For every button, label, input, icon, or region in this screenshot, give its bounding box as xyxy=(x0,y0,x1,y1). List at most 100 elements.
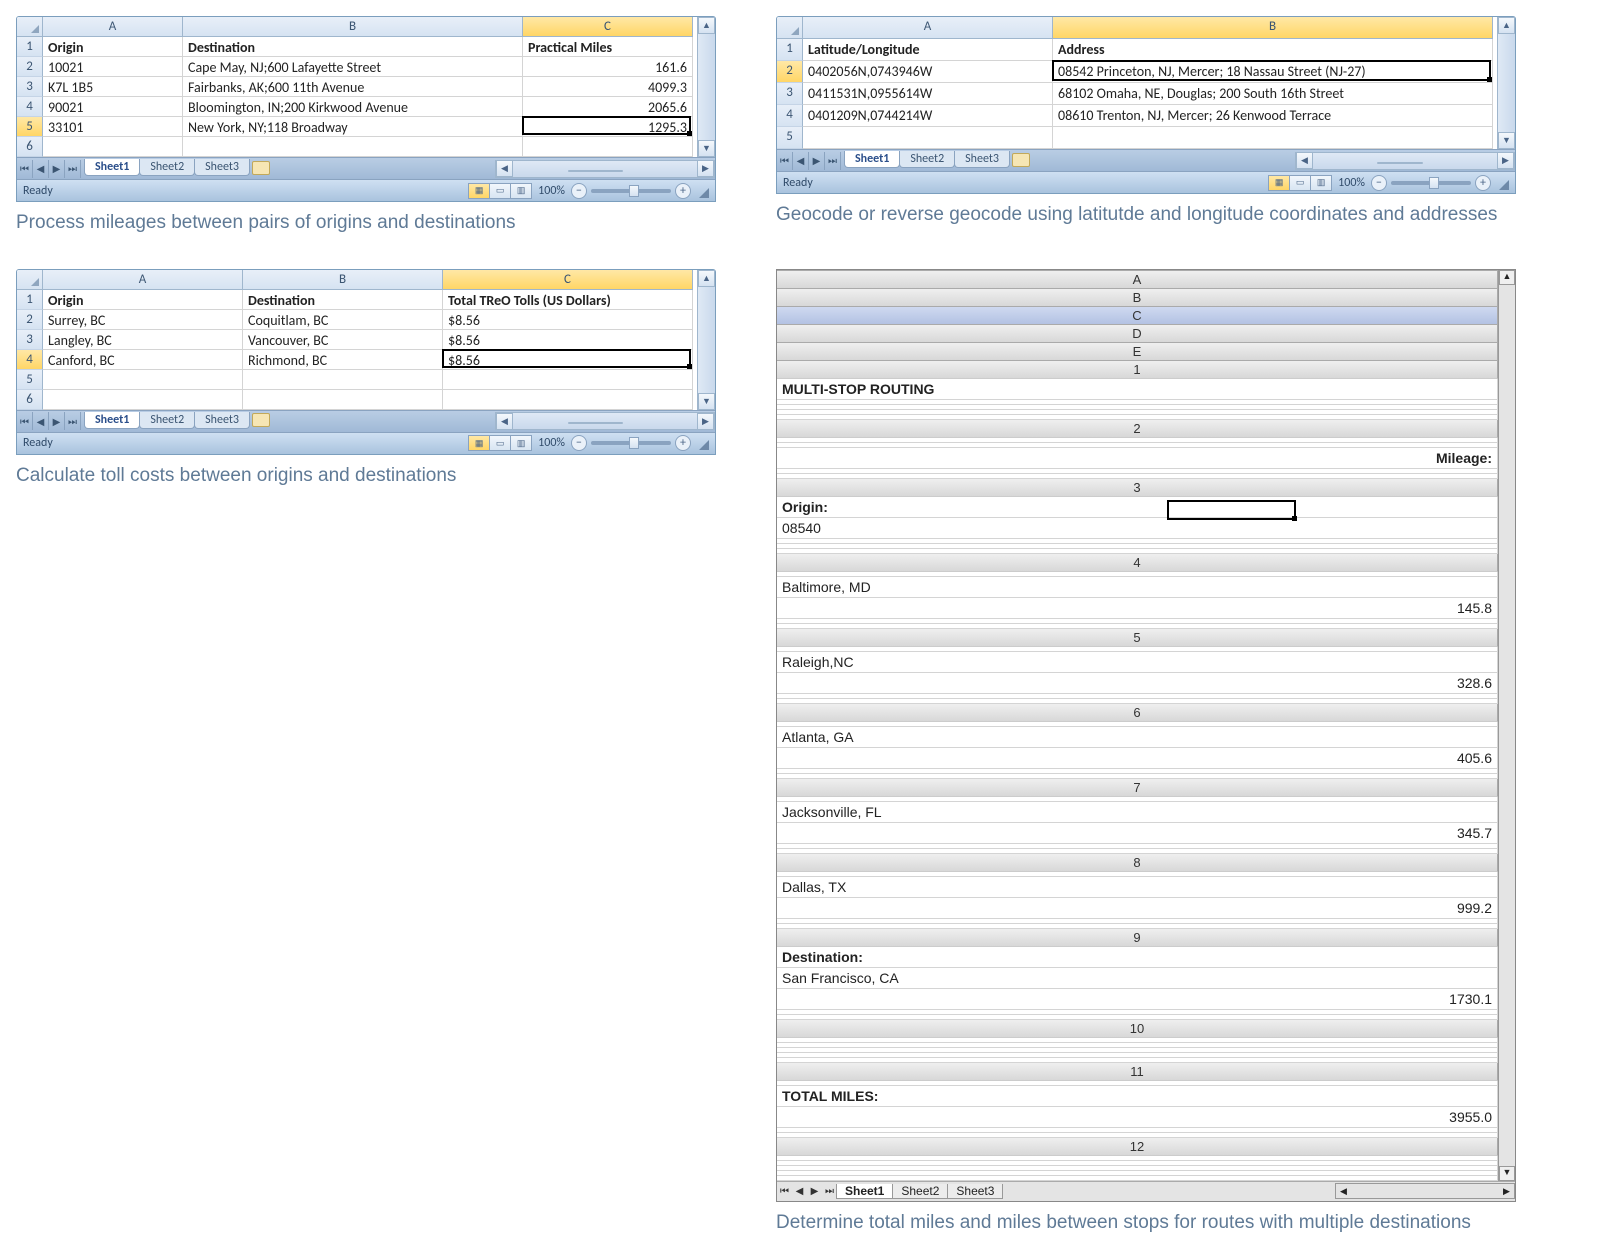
zoom-slider[interactable] xyxy=(591,189,671,193)
zoom-out-icon[interactable]: − xyxy=(1371,175,1387,191)
column-header[interactable]: E xyxy=(777,343,1498,361)
row-header[interactable]: 4 xyxy=(17,350,43,370)
row-header[interactable]: 3 xyxy=(17,330,43,350)
new-sheet-icon[interactable] xyxy=(252,161,270,175)
sheet-tab[interactable]: Sheet3 xyxy=(947,1184,1003,1199)
view-normal-icon[interactable]: ▦ xyxy=(1268,175,1290,191)
row-header[interactable]: 5 xyxy=(17,117,43,137)
sheet-tab[interactable]: Sheet1 xyxy=(84,412,140,429)
scroll-left-icon[interactable]: ◀ xyxy=(496,413,513,430)
vertical-scrollbar[interactable]: ▲ ▼ xyxy=(1497,17,1515,149)
cell[interactable]: Raleigh,NC xyxy=(777,652,1498,673)
row-header[interactable]: 1 xyxy=(777,39,803,61)
tab-nav-prev-icon[interactable]: ◀ xyxy=(793,152,809,170)
zoom-out-icon[interactable]: − xyxy=(571,435,587,451)
row-header[interactable]: 1 xyxy=(17,290,43,310)
cell[interactable] xyxy=(183,137,523,157)
cell[interactable]: 0411531N,0955614W xyxy=(803,83,1053,105)
column-header[interactable]: A xyxy=(803,17,1053,39)
row-header[interactable]: 5 xyxy=(777,127,803,149)
sheet-tab[interactable]: Sheet1 xyxy=(836,1184,893,1199)
row-header[interactable]: 6 xyxy=(17,390,43,410)
resize-grip-icon[interactable] xyxy=(695,436,709,450)
cell[interactable]: San Francisco, CA xyxy=(777,968,1498,989)
tab-nav-last-icon[interactable]: ⏭ xyxy=(822,1186,837,1197)
cell[interactable]: Canford, BC xyxy=(43,350,243,370)
column-header[interactable]: D xyxy=(777,325,1498,343)
view-page-break-icon[interactable]: ▥ xyxy=(1310,175,1332,191)
column-header[interactable]: B xyxy=(243,270,443,290)
column-header[interactable]: A xyxy=(777,271,1498,289)
tab-nav-first-icon[interactable]: ⏮ xyxy=(777,152,793,170)
tab-nav-next-icon[interactable]: ▶ xyxy=(807,1186,822,1197)
row-header[interactable]: 4 xyxy=(777,105,803,127)
sheet-tab[interactable]: Sheet2 xyxy=(899,151,955,168)
sheet-tab[interactable]: Sheet3 xyxy=(194,159,250,176)
zoom-in-icon[interactable]: + xyxy=(1475,175,1491,191)
cell[interactable]: Latitude/Longitude xyxy=(803,39,1053,61)
cell[interactable]: 3955.0 xyxy=(777,1107,1498,1128)
cell[interactable]: 08540 xyxy=(777,518,1498,539)
cell[interactable] xyxy=(443,370,693,390)
cell[interactable]: Mileage: xyxy=(777,448,1498,469)
row-header[interactable]: 6 xyxy=(777,704,1498,722)
scroll-up-icon[interactable]: ▲ xyxy=(1499,270,1515,285)
vertical-scrollbar[interactable]: ▲ ▼ xyxy=(1498,270,1515,1181)
worksheet-grid[interactable]: ABC1OriginDestinationTotal TReO Tolls (U… xyxy=(17,270,697,410)
sheet-tab[interactable]: Sheet2 xyxy=(139,159,195,176)
cell[interactable]: Jacksonville, FL xyxy=(777,802,1498,823)
resize-grip-icon[interactable] xyxy=(695,184,709,198)
row-header[interactable]: 11 xyxy=(777,1063,1498,1081)
scroll-up-icon[interactable]: ▲ xyxy=(1498,17,1515,34)
cell[interactable]: 0401209N,0744214W xyxy=(803,105,1053,127)
cell[interactable]: Total TReO Tolls (US Dollars) xyxy=(443,290,693,310)
column-header[interactable]: A xyxy=(43,270,243,290)
cell[interactable] xyxy=(523,137,693,157)
cell[interactable]: $8.56 xyxy=(443,330,693,350)
row-header[interactable]: 12 xyxy=(777,1138,1498,1156)
cell[interactable]: Address xyxy=(1053,39,1493,61)
row-header[interactable]: 5 xyxy=(777,629,1498,647)
cell[interactable]: 345.7 xyxy=(777,823,1498,844)
cell[interactable] xyxy=(43,137,183,157)
cell[interactable] xyxy=(243,390,443,410)
tab-nav-next-icon[interactable]: ▶ xyxy=(809,152,825,170)
view-page-layout-icon[interactable]: ▭ xyxy=(489,183,511,199)
cell[interactable] xyxy=(43,370,243,390)
column-header[interactable]: C xyxy=(777,307,1498,325)
view-page-break-icon[interactable]: ▥ xyxy=(510,183,532,199)
view-normal-icon[interactable]: ▦ xyxy=(468,435,490,451)
tab-nav-first-icon[interactable]: ⏮ xyxy=(17,160,33,178)
tab-nav-first-icon[interactable]: ⏮ xyxy=(777,1186,792,1197)
row-header[interactable]: 6 xyxy=(17,137,43,157)
cell[interactable] xyxy=(1053,127,1493,149)
cell[interactable]: 405.6 xyxy=(777,748,1498,769)
tab-nav-prev-icon[interactable]: ◀ xyxy=(33,160,49,178)
cell[interactable]: Dallas, TX xyxy=(777,877,1498,898)
resize-grip-icon[interactable] xyxy=(1495,176,1509,190)
cell[interactable]: 68102 Omaha, NE, Douglas; 200 South 16th… xyxy=(1053,83,1493,105)
worksheet-grid[interactable]: ABC1OriginDestinationPractical Miles2100… xyxy=(17,17,697,157)
cell[interactable]: 08542 Princeton, NJ, Mercer; 18 Nassau S… xyxy=(1053,61,1493,83)
cell[interactable]: Destination xyxy=(243,290,443,310)
row-header[interactable]: 4 xyxy=(777,554,1498,572)
tab-nav-last-icon[interactable]: ⏭ xyxy=(65,160,81,178)
zoom-out-icon[interactable]: − xyxy=(571,183,587,199)
zoom-slider[interactable] xyxy=(1391,181,1471,185)
select-all-corner[interactable] xyxy=(777,17,803,39)
scroll-right-icon[interactable]: ▶ xyxy=(1499,1186,1514,1197)
select-all-corner[interactable] xyxy=(17,17,43,37)
cell[interactable] xyxy=(803,127,1053,149)
cell[interactable]: MULTI-STOP ROUTING xyxy=(777,379,1498,400)
cell[interactable]: Coquitlam, BC xyxy=(243,310,443,330)
zoom-in-icon[interactable]: + xyxy=(675,435,691,451)
view-page-break-icon[interactable]: ▥ xyxy=(510,435,532,451)
column-header[interactable]: A xyxy=(43,17,183,37)
cell[interactable]: 1295.3 xyxy=(523,117,693,137)
cell[interactable]: 90021 xyxy=(43,97,183,117)
tab-nav-last-icon[interactable]: ⏭ xyxy=(825,152,841,170)
cell[interactable] xyxy=(243,370,443,390)
sheet-tab[interactable]: Sheet2 xyxy=(892,1184,948,1199)
row-header[interactable]: 5 xyxy=(17,370,43,390)
horizontal-scrollbar[interactable]: ◀ ▶ xyxy=(1295,152,1515,170)
